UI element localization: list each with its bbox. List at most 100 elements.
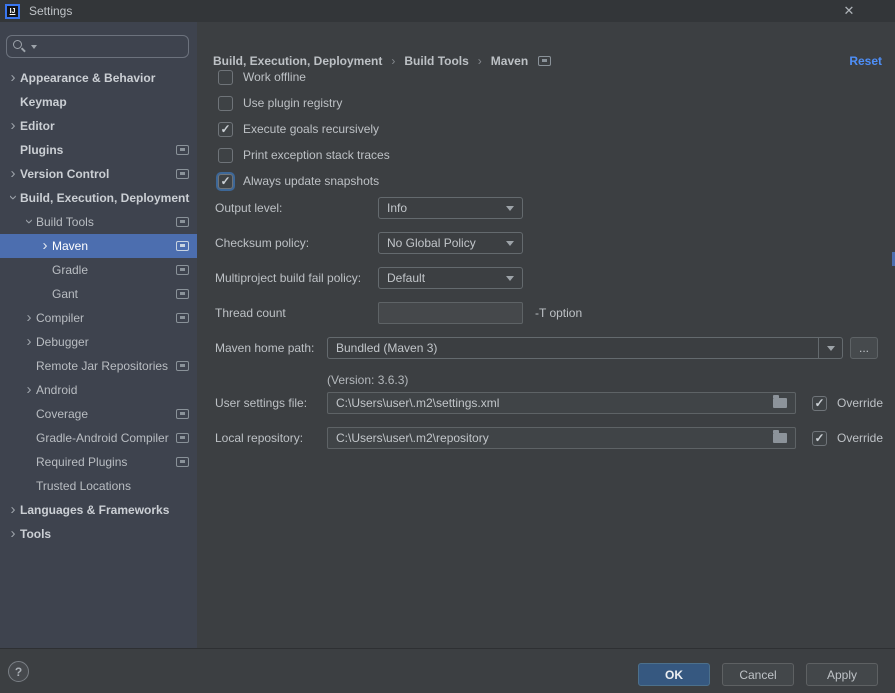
breadcrumb: Build, Execution, Deployment › Build Too… [213,54,551,68]
checkbox-icon[interactable] [812,396,827,411]
maven-home-path-label: Maven home path: [215,337,314,359]
chevron-right-icon [22,306,36,330]
settings-modified-icon [176,313,189,323]
sidebar-item-gant[interactable]: Gant [0,282,197,306]
no-chevron [22,354,36,378]
breadcrumb-build-execution-deployment[interactable]: Build, Execution, Deployment [213,54,382,68]
intellij-logo-icon: IJ [5,4,20,19]
maven-settings-panel: Build, Execution, Deployment › Build Too… [197,22,895,648]
sidebar-item-version-control[interactable]: Version Control [0,162,197,186]
chevron-right-icon [22,330,36,354]
checksum-policy-select[interactable]: No Global Policy [378,232,523,254]
no-chevron [6,90,20,114]
search-input[interactable] [37,40,188,54]
settings-modified-icon [176,145,189,155]
sidebar-item-maven[interactable]: Maven [0,234,197,258]
checkbox-icon[interactable] [218,148,233,163]
chevron-right-icon [22,378,36,402]
sidebar-item-build-execution-deployment[interactable]: Build, Execution, Deployment [0,186,197,210]
reset-link[interactable]: Reset [849,54,882,68]
chevron-down-icon [6,186,20,210]
sidebar-item-trusted-locations[interactable]: Trusted Locations [0,474,197,498]
checkbox-icon[interactable] [218,174,233,189]
maven-version-note: (Version: 3.6.3) [327,373,408,387]
no-chevron [22,402,36,426]
sidebar-item-android[interactable]: Android [0,378,197,402]
no-chevron [6,138,20,162]
thread-count-label: Thread count [215,302,286,324]
checkbox-icon[interactable] [812,431,827,446]
cancel-button[interactable]: Cancel [722,663,794,686]
checkbox-icon[interactable] [218,70,233,85]
dropdown-arrow-icon [506,206,514,211]
sidebar-item-gradle[interactable]: Gradle [0,258,197,282]
folder-icon[interactable] [773,433,787,443]
breadcrumb-build-tools[interactable]: Build Tools [404,54,468,68]
sidebar-item-required-plugins[interactable]: Required Plugins [0,450,197,474]
breadcrumb-separator: › [478,54,482,68]
settings-tree: Appearance & Behavior Keymap Editor Plug… [0,66,197,546]
chevron-right-icon [6,522,20,546]
sidebar-item-languages-frameworks[interactable]: Languages & Frameworks [0,498,197,522]
apply-button[interactable]: Apply [806,663,878,686]
settings-modified-icon [176,241,189,251]
search-box[interactable] [6,35,189,58]
always-update-snapshots-checkbox-row[interactable]: Always update snapshots [218,172,379,190]
chevron-right-icon [6,66,20,90]
sidebar-item-coverage[interactable]: Coverage [0,402,197,426]
settings-modified-icon [176,289,189,299]
local-repository-field[interactable] [327,427,796,449]
folder-icon[interactable] [773,398,787,408]
settings-sidebar: Appearance & Behavior Keymap Editor Plug… [0,22,197,648]
execute-goals-recursively-checkbox-row[interactable]: Execute goals recursively [218,120,379,138]
checkbox-icon[interactable] [218,96,233,111]
breadcrumb-separator: › [391,54,395,68]
checkbox-icon[interactable] [218,122,233,137]
user-settings-file-input[interactable] [336,396,767,410]
output-level-select[interactable]: Info [378,197,523,219]
work-offline-checkbox-row[interactable]: Work offline [218,68,306,86]
thread-count-hint: -T option [535,302,582,324]
chevron-right-icon [38,234,52,258]
browse-maven-home-button[interactable]: ... [850,337,878,359]
dropdown-arrow-icon [827,346,835,351]
sidebar-item-gradle-android-compiler[interactable]: Gradle-Android Compiler [0,426,197,450]
sidebar-item-plugins[interactable]: Plugins [0,138,197,162]
user-settings-override-row[interactable]: Override [812,392,883,414]
chevron-down-icon [22,210,36,234]
no-chevron [38,282,52,306]
thread-count-field[interactable] [378,302,523,324]
no-chevron [38,258,52,282]
maven-home-path-combobox[interactable]: Bundled (Maven 3) [327,337,843,359]
sidebar-item-tools[interactable]: Tools [0,522,197,546]
thread-count-input[interactable] [387,306,514,320]
print-exception-stack-traces-checkbox-row[interactable]: Print exception stack traces [218,146,390,164]
title-bar: IJ Settings ✕ [0,0,895,22]
multiproject-policy-select[interactable]: Default [378,267,523,289]
settings-modified-icon [176,217,189,227]
user-settings-file-label: User settings file: [215,392,307,414]
settings-modified-icon [176,265,189,275]
dropdown-arrow-icon [506,276,514,281]
dropdown-button[interactable] [818,338,842,358]
chevron-right-icon [6,114,20,138]
close-icon[interactable]: ✕ [839,0,859,22]
breadcrumb-maven: Maven [491,54,528,68]
local-repository-input[interactable] [336,431,767,445]
checksum-policy-label: Checksum policy: [215,232,309,254]
ok-button[interactable]: OK [638,663,710,686]
sidebar-item-appearance-behavior[interactable]: Appearance & Behavior [0,66,197,90]
user-settings-file-field[interactable] [327,392,796,414]
sidebar-item-build-tools[interactable]: Build Tools [0,210,197,234]
local-repository-override-row[interactable]: Override [812,427,883,449]
sidebar-item-debugger[interactable]: Debugger [0,330,197,354]
help-button[interactable]: ? [8,661,29,682]
sidebar-item-editor[interactable]: Editor [0,114,197,138]
local-repository-label: Local repository: [215,427,303,449]
sidebar-item-remote-jar-repositories[interactable]: Remote Jar Repositories [0,354,197,378]
sidebar-item-keymap[interactable]: Keymap [0,90,197,114]
dropdown-arrow-icon [506,241,514,246]
use-plugin-registry-checkbox-row[interactable]: Use plugin registry [218,94,342,112]
sidebar-item-compiler[interactable]: Compiler [0,306,197,330]
settings-modified-icon [176,457,189,467]
